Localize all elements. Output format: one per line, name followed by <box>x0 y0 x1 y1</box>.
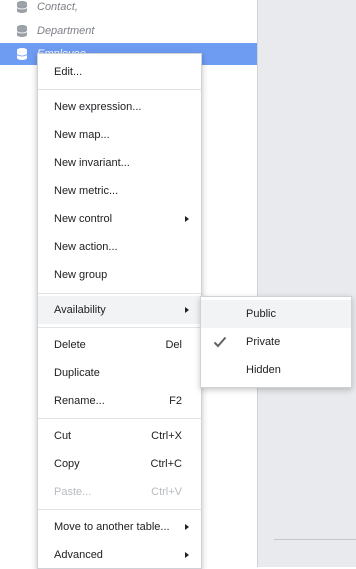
menu-item-label: New map... <box>54 129 110 141</box>
menu-separator <box>38 89 201 90</box>
menu-separator <box>38 293 201 294</box>
menu-item-delete[interactable]: Delete Del <box>38 331 201 359</box>
menu-item-move-to-table[interactable]: Move to another table... <box>38 513 201 541</box>
menu-item-new-expression[interactable]: New expression... <box>38 93 201 121</box>
menu-separator <box>38 509 201 510</box>
menu-item-label: Advanced <box>54 549 103 561</box>
menu-item-availability[interactable]: Availability <box>38 296 201 324</box>
shortcut-label: Ctrl+V <box>151 486 182 498</box>
chevron-right-icon <box>185 552 189 558</box>
menu-item-advanced[interactable]: Advanced <box>38 541 201 569</box>
menu-separator <box>38 327 201 328</box>
chevron-right-icon <box>185 216 189 222</box>
tree-item-contact[interactable]: Contact, <box>0 0 257 18</box>
menu-item-label: Cut <box>54 430 72 442</box>
menu-item-new-metric[interactable]: New metric... <box>38 177 201 205</box>
shortcut-label: Ctrl+C <box>150 458 182 470</box>
menu-item-label: New metric... <box>54 185 119 197</box>
menu-separator <box>38 418 201 419</box>
menu-item-new-group[interactable]: New group <box>38 261 201 289</box>
shortcut-label: Ctrl+X <box>151 430 182 442</box>
database-icon <box>16 25 28 37</box>
menu-item-label: New action... <box>54 241 118 253</box>
menu-item-label: Copy <box>54 458 80 470</box>
shortcut-label: Del <box>165 339 182 351</box>
submenu-item-public[interactable]: Public <box>201 300 351 328</box>
checkmark-icon <box>213 336 227 348</box>
menu-item-label: Paste... <box>54 486 92 498</box>
menu-item-edit[interactable]: Edit... <box>38 58 201 86</box>
menu-item-new-invariant[interactable]: New invariant... <box>38 149 201 177</box>
menu-item-label: Delete <box>54 339 86 351</box>
divider <box>274 539 356 540</box>
menu-item-duplicate[interactable]: Duplicate <box>38 359 201 387</box>
menu-item-label: New control <box>54 213 113 225</box>
menu-item-cut[interactable]: Cut Ctrl+X <box>38 422 201 450</box>
menu-item-new-map[interactable]: New map... <box>38 121 201 149</box>
database-icon <box>16 48 28 60</box>
menu-item-paste[interactable]: Paste... Ctrl+V <box>38 478 201 506</box>
tree-item-label: Department <box>37 25 95 37</box>
chevron-right-icon <box>185 524 189 530</box>
right-pane <box>257 0 356 567</box>
menu-item-label: Move to another table... <box>54 521 170 533</box>
chevron-right-icon <box>185 307 189 313</box>
menu-item-label: New group <box>54 269 108 281</box>
menu-item-copy[interactable]: Copy Ctrl+C <box>38 450 201 478</box>
submenu-item-hidden[interactable]: Hidden <box>201 356 351 384</box>
tree-item-label: Contact, <box>37 1 78 13</box>
menu-item-label: Availability <box>54 304 106 316</box>
context-menu: Edit... New expression... New map... New… <box>37 53 202 569</box>
database-icon <box>16 1 28 13</box>
menu-item-label: Duplicate <box>54 367 100 379</box>
menu-item-label: New invariant... <box>54 157 130 169</box>
tree-item-department[interactable]: Department <box>0 20 257 42</box>
menu-item-label: Rename... <box>54 395 105 407</box>
submenu-item-label: Hidden <box>246 364 281 376</box>
availability-submenu: Public Private Hidden <box>200 296 352 388</box>
submenu-item-label: Private <box>246 336 281 348</box>
submenu-item-label: Public <box>246 308 276 320</box>
menu-item-label: New expression... <box>54 101 142 113</box>
submenu-item-private[interactable]: Private <box>201 328 351 356</box>
menu-item-new-control[interactable]: New control <box>38 205 201 233</box>
menu-item-label: Edit... <box>54 66 83 78</box>
menu-item-new-action[interactable]: New action... <box>38 233 201 261</box>
menu-item-rename[interactable]: Rename... F2 <box>38 387 201 415</box>
shortcut-label: F2 <box>169 395 182 407</box>
